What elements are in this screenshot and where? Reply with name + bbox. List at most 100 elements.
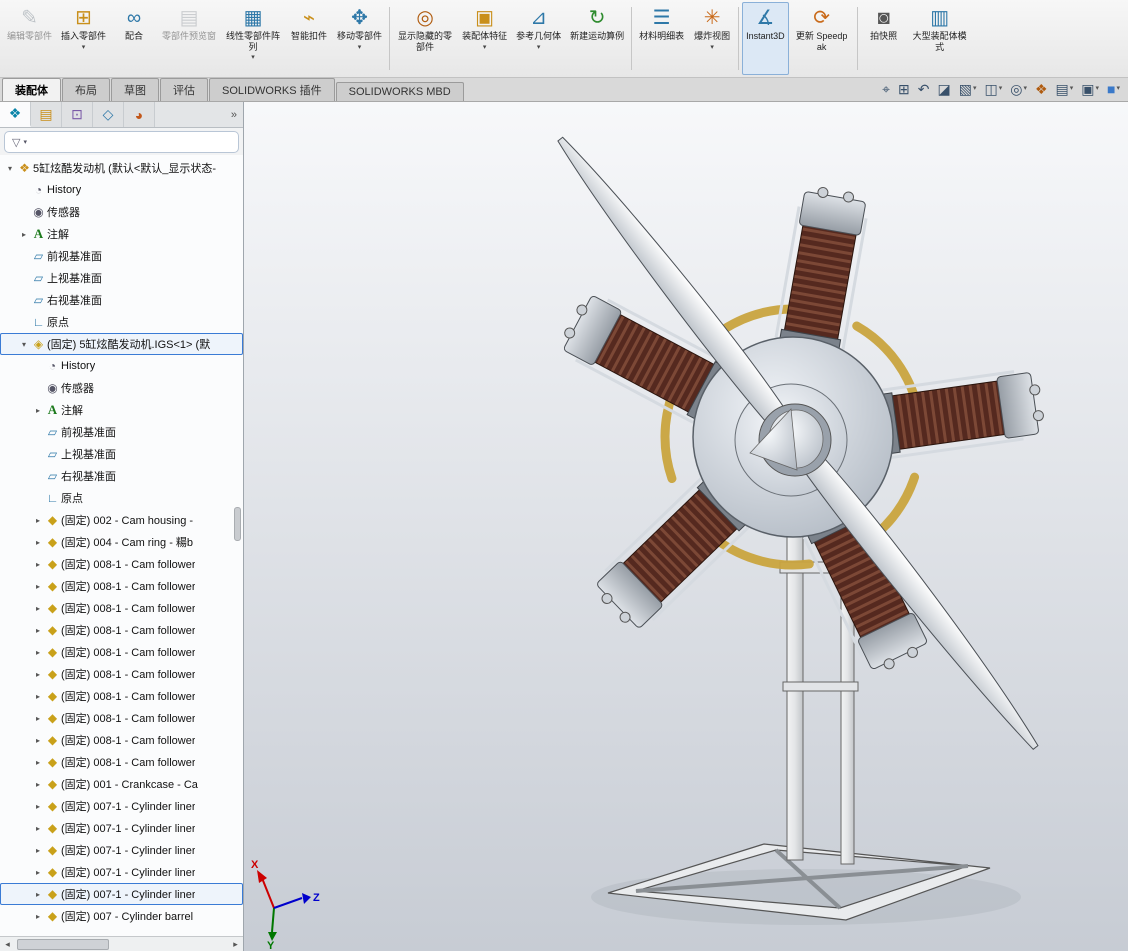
toolbar-button[interactable]: ⊞ 插入零部件 ▾ (57, 2, 110, 75)
graphics-area[interactable]: X Y Z (244, 102, 1128, 951)
expand-arrow-icon[interactable]: ▸ (32, 406, 44, 415)
tree-item[interactable]: ▸ ◆ (固定) 007-1 - Cylinder liner (0, 839, 243, 861)
expand-arrow-icon[interactable]: ▸ (18, 230, 30, 239)
scroll-thumb[interactable] (17, 939, 109, 950)
tab-layout[interactable]: 布局 (62, 78, 110, 101)
tree-item[interactable]: ▸ ◆ (固定) 008-1 - Cam follower (0, 685, 243, 707)
dropdown-caret-icon[interactable]: ▾ (710, 43, 714, 52)
tree-item[interactable]: ▾ ❖ 5缸炫酷发动机 (默认<默认_显示状态- (0, 157, 243, 179)
propertymanager-tab[interactable]: ▤ (31, 102, 62, 127)
apply-scene-button[interactable]: ▤▾ (1056, 81, 1074, 97)
expand-arrow-icon[interactable]: ▾ (18, 340, 30, 349)
tree-item[interactable]: ▸ ◆ (固定) 007-1 - Cylinder liner (0, 817, 243, 839)
toolbar-button[interactable]: ⌁ 智能扣件 ▾ (286, 2, 332, 75)
expand-arrow-icon[interactable]: ▸ (32, 912, 44, 921)
dropdown-caret-icon[interactable]: ▾ (483, 43, 487, 52)
toolbar-button[interactable]: ∡ Instant3D ▾ (742, 2, 789, 75)
toolbar-button[interactable]: ◎ 显示隐藏的零部件 ▾ (393, 2, 457, 75)
dropdown-caret-icon[interactable]: ▾ (251, 53, 255, 62)
toolbar-button[interactable]: ▥ 大型装配体模式 ▾ (908, 2, 972, 75)
tab-evaluate[interactable]: 评估 (160, 78, 208, 101)
edit-appearance-button[interactable]: ❖ (1035, 81, 1048, 97)
tree-item[interactable]: ▱ 右视基准面 (0, 289, 243, 311)
expand-arrow-icon[interactable]: ▸ (32, 516, 44, 525)
tree-item[interactable]: ▸ ◆ (固定) 008-1 - Cam follower (0, 707, 243, 729)
expand-arrow-icon[interactable]: ▸ (32, 802, 44, 811)
panel-chevron-icon[interactable]: » (155, 102, 243, 127)
tree-item[interactable]: ▸ ◆ (固定) 008-1 - Cam follower (0, 597, 243, 619)
expand-arrow-icon[interactable]: ▸ (32, 538, 44, 547)
toolbar-button[interactable]: ∞ 配合 ▾ (111, 2, 157, 75)
panel-horizontal-scrollbar[interactable]: ◂ ▸ (0, 936, 243, 951)
view-settings-button[interactable]: ▣▾ (1081, 81, 1099, 97)
expand-arrow-icon[interactable]: ▸ (32, 824, 44, 833)
scroll-right-icon[interactable]: ▸ (228, 939, 243, 950)
dropdown-caret-icon[interactable]: ▾ (82, 43, 86, 52)
dropdown-caret-icon[interactable]: ▾ (999, 81, 1003, 97)
tree-item[interactable]: ▸ A 注解 (0, 223, 243, 245)
tree-filter[interactable]: ▽ ▾ (4, 131, 239, 153)
tree-item[interactable]: ▸ ◆ (固定) 008-1 - Cam follower (0, 575, 243, 597)
tree-item[interactable]: ∟ 原点 (0, 311, 243, 333)
zoom-to-area-button[interactable]: ⊞ (898, 81, 910, 97)
hide-show-items-button[interactable]: ◎▾ (1010, 81, 1027, 97)
tree-item[interactable]: ◔ History (0, 355, 243, 377)
expand-arrow-icon[interactable]: ▸ (32, 604, 44, 613)
tree-item[interactable]: ▸ ◆ (固定) 008-1 - Cam follower (0, 729, 243, 751)
toolbar-button[interactable]: ⟳ 更新 Speedpak ▾ (790, 2, 854, 75)
dimxpertmanager-tab[interactable]: ◇ (93, 102, 124, 127)
toolbar-button[interactable]: ☰ 材料明细表 ▾ (635, 2, 688, 75)
expand-arrow-icon[interactable]: ▸ (32, 868, 44, 877)
tree-item[interactable]: ∟ 原点 (0, 487, 243, 509)
toolbar-button[interactable]: ▤ 零部件预览窗 ▾ (158, 2, 220, 75)
expand-arrow-icon[interactable]: ▾ (4, 164, 16, 173)
toolbar-button[interactable]: ✎ 编辑零部件 ▾ (3, 2, 56, 75)
tree-item[interactable]: ▸ ◆ (固定) 008-1 - Cam follower (0, 619, 243, 641)
tree-item[interactable]: ▱ 上视基准面 (0, 267, 243, 289)
dropdown-caret-icon[interactable]: ▾ (1023, 81, 1027, 97)
expand-arrow-icon[interactable]: ▸ (32, 692, 44, 701)
dropdown-caret-icon[interactable]: ▾ (1096, 81, 1100, 97)
tree-item[interactable]: ▸ ◆ (固定) 008-1 - Cam follower (0, 751, 243, 773)
panel-vertical-scrollbar[interactable] (234, 156, 243, 935)
tree-item[interactable]: ◉ 传感器 (0, 377, 243, 399)
tree-item[interactable]: ▸ A 注解 (0, 399, 243, 421)
tree-item[interactable]: ▱ 右视基准面 (0, 465, 243, 487)
filter-dropdown-icon[interactable]: ▾ (23, 138, 27, 146)
expand-arrow-icon[interactable]: ▸ (32, 846, 44, 855)
tree-item[interactable]: ▸ ◆ (固定) 007-1 - Cylinder liner (0, 861, 243, 883)
zoom-to-fit-button[interactable]: ⌖ (882, 81, 890, 97)
tree-item[interactable]: ▸ ◆ (固定) 007 - Cylinder barrel (0, 905, 243, 927)
dropdown-caret-icon[interactable]: ▾ (1116, 81, 1120, 97)
toolbar-button[interactable]: ▦ 线性零部件阵列 ▾ (221, 2, 285, 75)
dropdown-caret-icon[interactable]: ▾ (358, 43, 362, 52)
tab-sw-addins[interactable]: SOLIDWORKS 插件 (209, 78, 335, 101)
tree-item[interactable]: ◔ History (0, 179, 243, 201)
tree-item[interactable]: ▱ 前视基准面 (0, 421, 243, 443)
dropdown-caret-icon[interactable]: ▾ (537, 43, 541, 52)
tab-sketch[interactable]: 草图 (111, 78, 159, 101)
tree-item[interactable]: ▸ ◆ (固定) 008-1 - Cam follower (0, 553, 243, 575)
tree-item[interactable]: ▱ 上视基准面 (0, 443, 243, 465)
dropdown-caret-icon[interactable]: ▾ (973, 81, 977, 97)
tab-sw-mbd[interactable]: SOLIDWORKS MBD (336, 82, 464, 101)
toolbar-button[interactable]: ✳ 爆炸视图 ▾ (689, 2, 735, 75)
expand-arrow-icon[interactable]: ▸ (32, 890, 44, 899)
tab-assembly[interactable]: 装配体 (2, 78, 61, 101)
tree-item[interactable]: ▸ ◆ (固定) 002 - Cam housing - (0, 509, 243, 531)
tree-item[interactable]: ▾ ◈ (固定) 5缸炫酷发动机.IGS<1> (默 (0, 333, 243, 355)
tree-item[interactable]: ▸ ◆ (固定) 001 - Crankcase - Ca (0, 773, 243, 795)
expand-arrow-icon[interactable]: ▸ (32, 736, 44, 745)
configurationmanager-tab[interactable]: ⊡ (62, 102, 93, 127)
toolbar-button[interactable]: ▣ 装配体特征 ▾ (458, 2, 511, 75)
expand-arrow-icon[interactable]: ▸ (32, 670, 44, 679)
scroll-thumb[interactable] (234, 507, 241, 541)
displaymanager-tab[interactable]: ◕ (124, 102, 155, 127)
tree-item[interactable]: ▱ 前视基准面 (0, 245, 243, 267)
expand-arrow-icon[interactable]: ▸ (32, 560, 44, 569)
tree-item[interactable]: ▸ ◆ (固定) 004 - Cam ring - 糃b (0, 531, 243, 553)
toolbar-button[interactable]: ✥ 移动零部件 ▾ (333, 2, 386, 75)
toolbar-button[interactable]: ⊿ 参考几何体 ▾ (512, 2, 565, 75)
tree-item[interactable]: ▸ ◆ (固定) 007-1 - Cylinder liner (0, 795, 243, 817)
view-cube-button[interactable]: ■▾ (1107, 81, 1120, 97)
